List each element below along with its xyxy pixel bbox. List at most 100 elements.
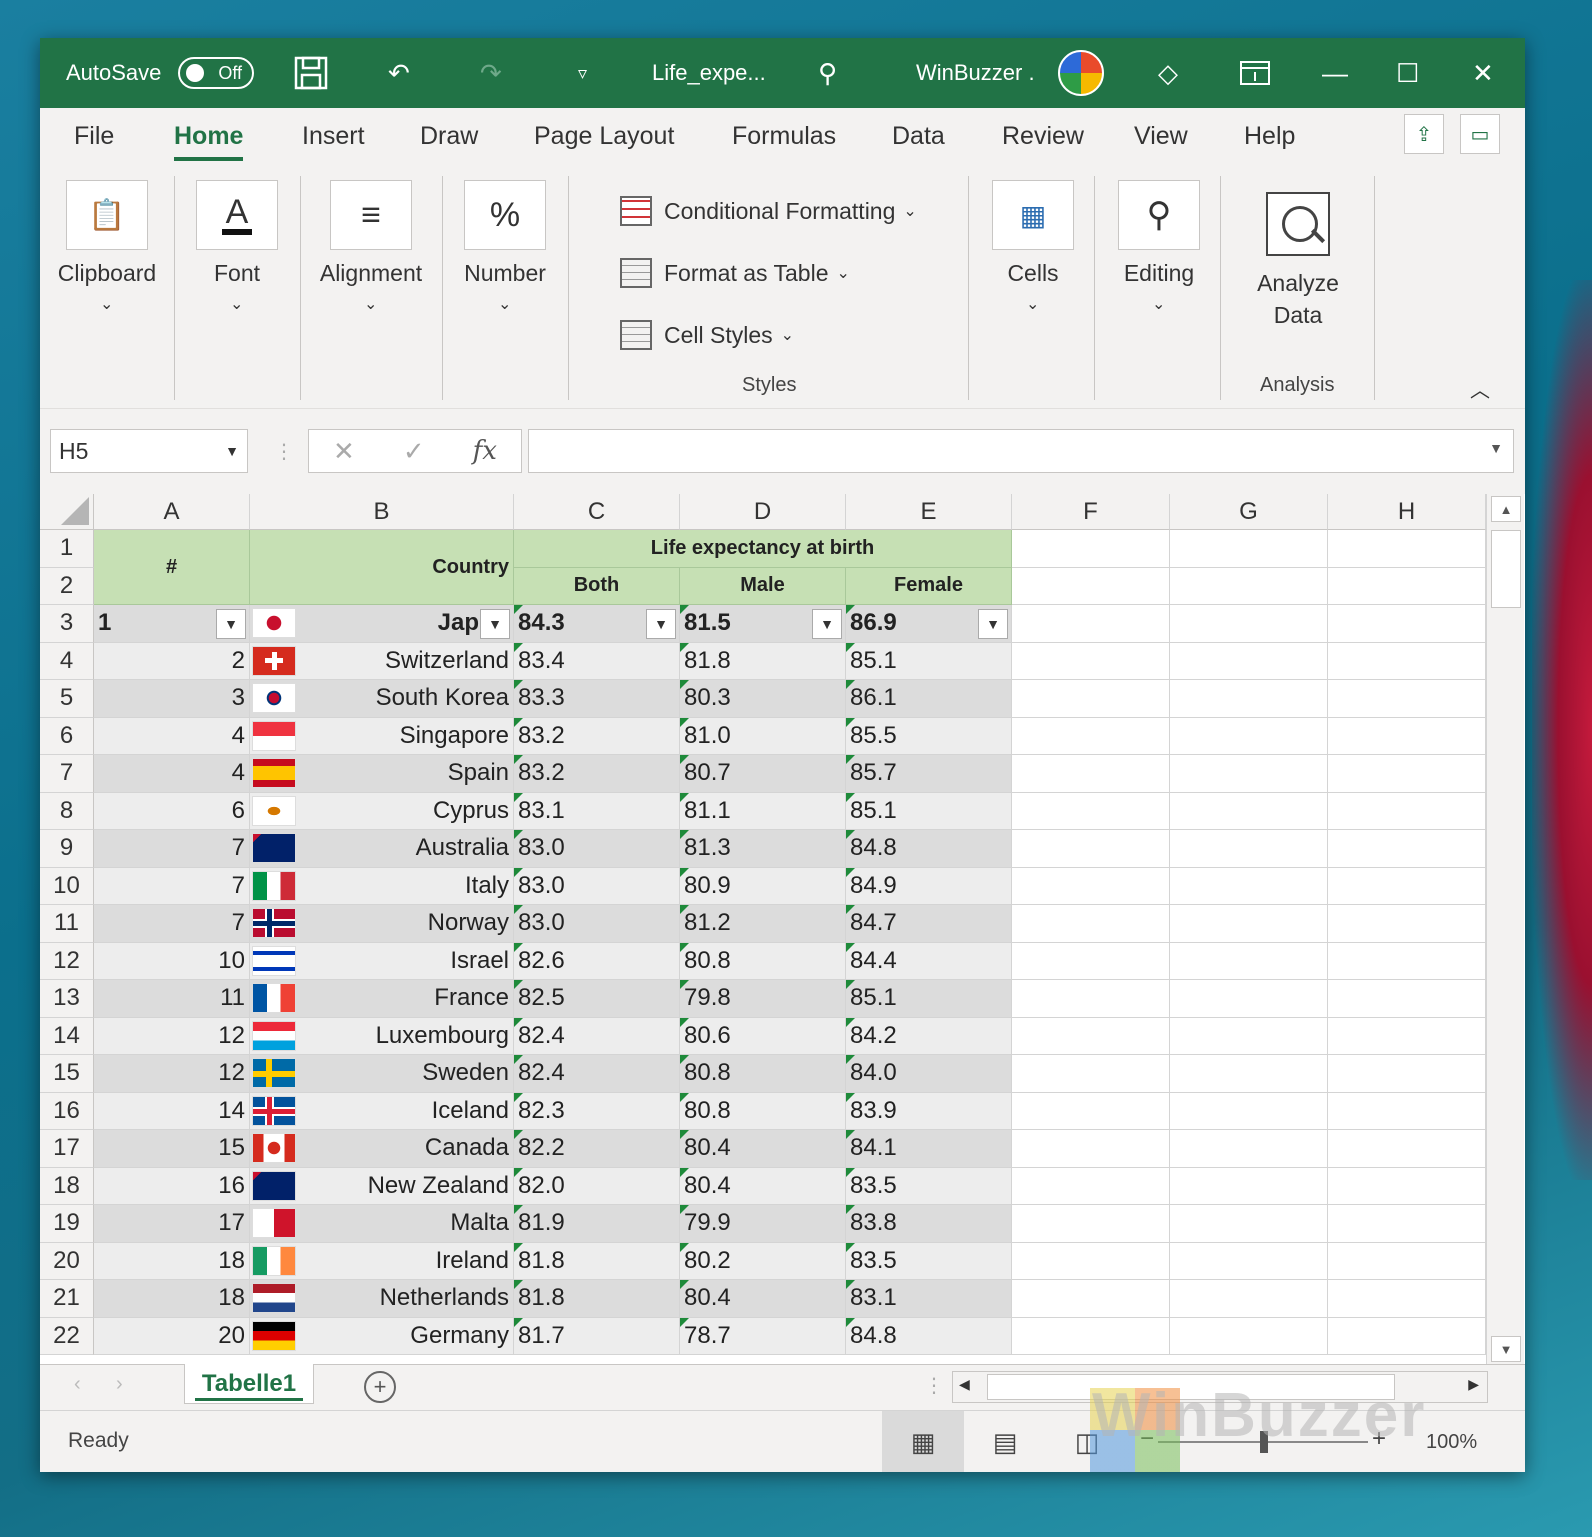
cell[interactable]: [1012, 1205, 1170, 1243]
rank-cell[interactable]: 6: [94, 792, 250, 830]
both-cell[interactable]: 81.9: [514, 1205, 680, 1243]
row-header[interactable]: 8: [40, 792, 94, 830]
cell[interactable]: [1328, 1242, 1486, 1280]
cell[interactable]: [1328, 1317, 1486, 1355]
cell[interactable]: [1170, 755, 1328, 793]
sheet-tab-tabelle1[interactable]: Tabelle1: [184, 1364, 314, 1404]
number-button[interactable]: %: [464, 180, 546, 250]
male-cell[interactable]: 80.2: [680, 1242, 846, 1280]
male-cell[interactable]: 81.0: [680, 717, 846, 755]
name-box[interactable]: H5 ▼: [50, 429, 248, 473]
rank-cell[interactable]: 2: [94, 642, 250, 680]
cell[interactable]: [1012, 755, 1170, 793]
comments-icon[interactable]: ▭: [1460, 114, 1500, 154]
filter-both-dropdown-icon[interactable]: ▼: [646, 609, 676, 639]
column-header-e[interactable]: E: [846, 494, 1012, 530]
tab-home[interactable]: Home: [174, 122, 244, 161]
analyze-data-label-line2[interactable]: Data: [1246, 302, 1350, 329]
both-cell[interactable]: 82.6: [514, 942, 680, 980]
female-cell[interactable]: 84.9: [846, 867, 1012, 905]
both-cell[interactable]: 83.2: [514, 717, 680, 755]
cell[interactable]: [1012, 1092, 1170, 1130]
select-all-button[interactable]: [40, 494, 94, 530]
minimize-icon[interactable]: —: [1322, 38, 1348, 108]
cell[interactable]: [1328, 905, 1486, 943]
female-cell[interactable]: 83.5: [846, 1242, 1012, 1280]
male-cell[interactable]: 78.7: [680, 1317, 846, 1355]
cell[interactable]: [1012, 605, 1170, 643]
cell[interactable]: [1170, 567, 1328, 605]
row-header[interactable]: 10: [40, 867, 94, 905]
cell[interactable]: [1170, 717, 1328, 755]
row-header[interactable]: 3: [40, 605, 94, 643]
rank-cell[interactable]: 4: [94, 717, 250, 755]
both-cell[interactable]: 83.0: [514, 867, 680, 905]
vertical-scroll-thumb[interactable]: [1491, 530, 1521, 608]
both-cell[interactable]: 83.3: [514, 680, 680, 718]
cell[interactable]: [1012, 1017, 1170, 1055]
redo-icon[interactable]: ↷: [480, 38, 502, 108]
female-cell[interactable]: 84.1: [846, 1130, 1012, 1168]
cell[interactable]: [1170, 1055, 1328, 1093]
collapse-ribbon-icon[interactable]: ︿: [1470, 374, 1490, 403]
cell[interactable]: [1170, 792, 1328, 830]
cell[interactable]: [1328, 1280, 1486, 1318]
row-header[interactable]: 17: [40, 1130, 94, 1168]
both-cell[interactable]: 83.1: [514, 792, 680, 830]
row-header[interactable]: 18: [40, 1167, 94, 1205]
male-cell[interactable]: 80.6: [680, 1017, 846, 1055]
tab-view[interactable]: View: [1134, 122, 1188, 151]
cell[interactable]: [1012, 1280, 1170, 1318]
female-cell[interactable]: 84.8: [846, 830, 1012, 868]
filter-male-dropdown-icon[interactable]: ▼: [812, 609, 842, 639]
cell[interactable]: [1170, 867, 1328, 905]
cell[interactable]: [1328, 942, 1486, 980]
rank-cell[interactable]: 16: [94, 1167, 250, 1205]
rank-cell[interactable]: 15: [94, 1130, 250, 1168]
format-as-table-button[interactable]: Format as Table ⌄: [620, 258, 850, 288]
rank-cell[interactable]: 10: [94, 942, 250, 980]
male-cell[interactable]: 81.3: [680, 830, 846, 868]
cell[interactable]: [1328, 605, 1486, 643]
cell[interactable]: [1012, 642, 1170, 680]
clipboard-chevron-icon[interactable]: ⌄: [100, 294, 113, 314]
cell[interactable]: [1328, 1092, 1486, 1130]
clipboard-button[interactable]: 📋: [66, 180, 148, 250]
cell[interactable]: [1170, 680, 1328, 718]
tab-insert[interactable]: Insert: [302, 122, 365, 151]
rank-cell[interactable]: 14: [94, 1092, 250, 1130]
both-cell[interactable]: 83.0: [514, 905, 680, 943]
search-icon[interactable]: ⚲: [818, 38, 837, 108]
filter-female-dropdown-icon[interactable]: ▼: [978, 609, 1008, 639]
cell[interactable]: [1328, 567, 1486, 605]
cell[interactable]: [1012, 1317, 1170, 1355]
expand-formula-bar-icon[interactable]: ▼: [1489, 440, 1503, 456]
male-cell[interactable]: 80.8: [680, 1055, 846, 1093]
column-header-a[interactable]: A: [94, 494, 250, 530]
cell[interactable]: [1170, 642, 1328, 680]
male-cell[interactable]: 80.8: [680, 1092, 846, 1130]
enter-icon[interactable]: ✓: [403, 436, 425, 467]
cell[interactable]: [1328, 1055, 1486, 1093]
both-cell[interactable]: 83.0: [514, 830, 680, 868]
male-cell[interactable]: 81.2: [680, 905, 846, 943]
cell[interactable]: [1328, 642, 1486, 680]
cell[interactable]: [1012, 1242, 1170, 1280]
formula-input[interactable]: ▼: [528, 429, 1514, 473]
analyze-data-label-line1[interactable]: Analyze: [1246, 270, 1350, 297]
male-cell[interactable]: 79.8: [680, 980, 846, 1018]
scroll-up-icon[interactable]: ▲: [1491, 496, 1521, 522]
female-cell[interactable]: 85.1: [846, 642, 1012, 680]
both-cell[interactable]: 83.4: [514, 642, 680, 680]
cell[interactable]: [1012, 1130, 1170, 1168]
share-icon[interactable]: ⇪: [1404, 114, 1444, 154]
female-cell[interactable]: 83.9: [846, 1092, 1012, 1130]
cell[interactable]: [1012, 830, 1170, 868]
cells-chevron-icon[interactable]: ⌄: [1026, 294, 1039, 314]
tab-review[interactable]: Review: [1002, 122, 1084, 151]
rank-cell[interactable]: 4: [94, 755, 250, 793]
both-cell[interactable]: 81.8: [514, 1242, 680, 1280]
cell[interactable]: [1012, 867, 1170, 905]
tab-help[interactable]: Help: [1244, 122, 1295, 151]
cell[interactable]: [1012, 717, 1170, 755]
